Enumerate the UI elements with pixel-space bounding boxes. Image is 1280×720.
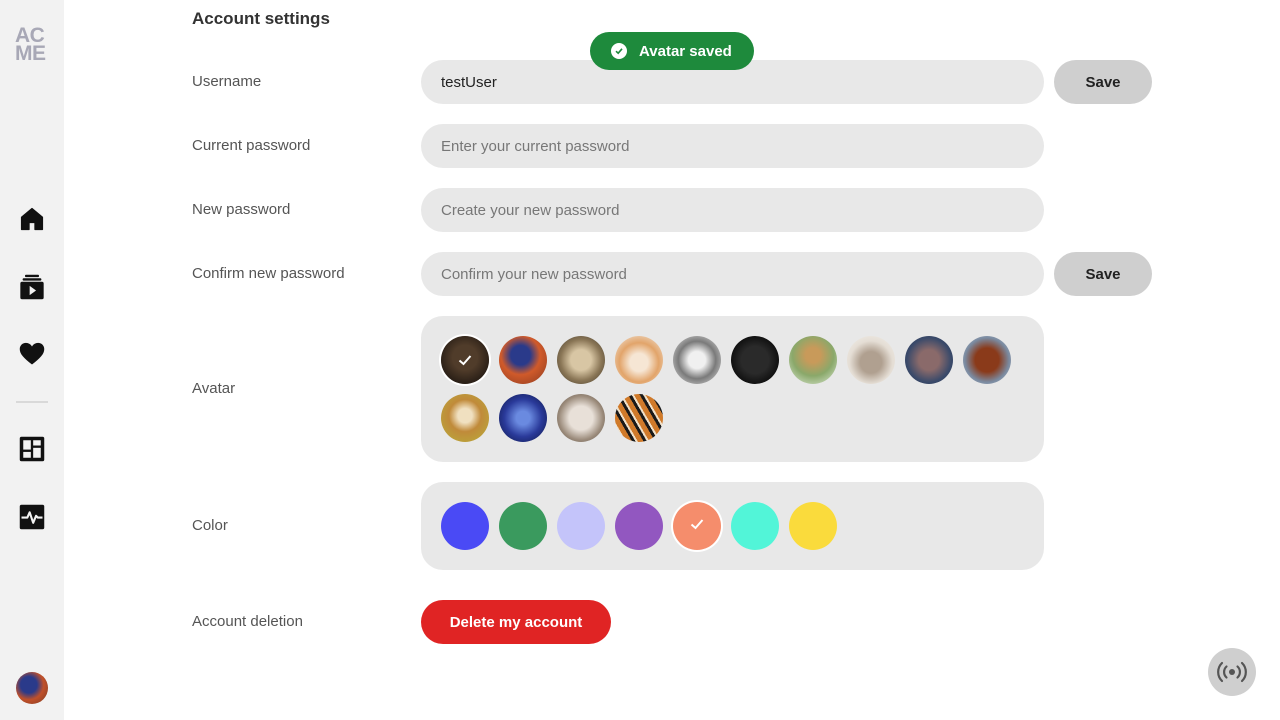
color-swatch-3[interactable] xyxy=(557,502,605,550)
home-icon[interactable] xyxy=(18,205,46,233)
username-label: Username xyxy=(192,73,262,90)
color-swatch-7[interactable] xyxy=(789,502,837,550)
avatar-option-jellyfish[interactable] xyxy=(499,394,547,442)
sidebar: AC ME xyxy=(0,0,64,720)
logo-line-2: ME xyxy=(15,42,46,65)
current-password-input[interactable] xyxy=(421,124,1044,168)
save-password-button[interactable]: Save xyxy=(1054,252,1152,296)
avatar-option-sheep[interactable] xyxy=(557,394,605,442)
avatar-option-owl[interactable] xyxy=(557,336,605,384)
color-swatch-1[interactable] xyxy=(441,502,489,550)
activity-icon[interactable] xyxy=(18,503,46,531)
toast-notification: Avatar saved xyxy=(590,32,754,70)
new-password-label: New password xyxy=(192,201,291,218)
check-circle-icon xyxy=(611,43,627,59)
check-icon xyxy=(441,336,489,384)
avatar-option-gazelle[interactable] xyxy=(441,394,489,442)
avatar-label: Avatar xyxy=(192,380,236,397)
toast-text: Avatar saved xyxy=(639,42,732,60)
confirm-password-label: Confirm new password xyxy=(192,265,345,282)
broadcast-icon xyxy=(1217,661,1247,683)
avatar-grid xyxy=(441,336,1021,442)
user-avatar[interactable] xyxy=(16,672,48,704)
avatar-option-bear[interactable] xyxy=(441,336,489,384)
sidebar-divider xyxy=(16,401,48,403)
color-row xyxy=(441,502,837,550)
current-password-label: Current password xyxy=(192,137,311,154)
confirm-password-input[interactable] xyxy=(421,252,1044,296)
check-icon xyxy=(688,515,706,538)
save-username-button[interactable]: Save xyxy=(1054,60,1152,104)
color-swatch-5[interactable] xyxy=(673,502,721,550)
new-password-input[interactable] xyxy=(421,188,1044,232)
avatar-picker xyxy=(421,316,1044,462)
page-title: Account settings xyxy=(192,9,330,28)
heart-icon[interactable] xyxy=(18,340,46,368)
video-library-icon[interactable] xyxy=(18,273,46,301)
avatar-option-parrot[interactable] xyxy=(499,336,547,384)
broadcast-button[interactable] xyxy=(1208,648,1256,696)
avatar-option-tiger[interactable] xyxy=(615,394,663,442)
avatar-option-hippo[interactable] xyxy=(905,336,953,384)
dashboard-icon[interactable] xyxy=(18,435,46,463)
color-label: Color xyxy=(192,517,228,534)
color-swatch-6[interactable] xyxy=(731,502,779,550)
avatar-option-hedgehog[interactable] xyxy=(847,336,895,384)
avatar-option-pitbull[interactable] xyxy=(673,336,721,384)
avatar-option-giraffe[interactable] xyxy=(789,336,837,384)
color-swatch-2[interactable] xyxy=(499,502,547,550)
acme-logo[interactable]: AC ME xyxy=(15,25,49,65)
avatar-option-horse[interactable] xyxy=(963,336,1011,384)
color-swatch-4[interactable] xyxy=(615,502,663,550)
avatar-option-pug[interactable] xyxy=(731,336,779,384)
avatar-option-shiba[interactable] xyxy=(615,336,663,384)
delete-account-button[interactable]: Delete my account xyxy=(421,600,611,644)
color-picker xyxy=(421,482,1044,570)
account-deletion-label: Account deletion xyxy=(192,613,303,630)
